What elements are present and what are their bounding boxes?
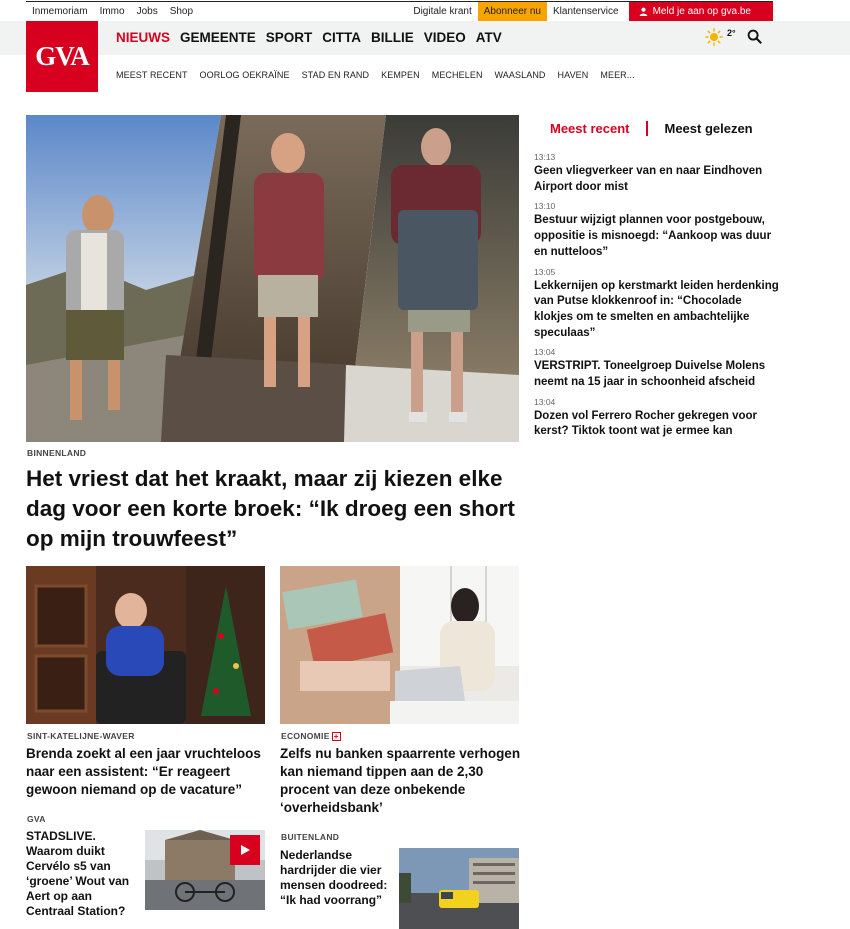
small-card-1-kicker: GVA [27, 814, 46, 824]
customer-service-link[interactable]: Klantenservice [547, 6, 625, 17]
small-card-1-video-thumbnail[interactable] [145, 830, 265, 910]
nav-video[interactable]: VIDEO [424, 30, 466, 45]
card-2-headline[interactable]: Zelfs nu banken spaarrente verhogen kan … [280, 745, 525, 817]
subnav-waasland[interactable]: WAASLAND [495, 70, 546, 80]
nav-nieuws[interactable]: NIEUWS [116, 30, 170, 45]
sidebar-tabs: Meest recent Meest gelezen [550, 121, 753, 136]
sub-navigation: MEEST RECENT OORLOG OEKRAÏNE STAD EN RAN… [116, 70, 635, 80]
recent-news-list: 13:13 Geen vliegverkeer van en naar Eind… [534, 152, 779, 446]
utility-bar: Inmemoriam Immo Jobs Shop Digitale krant… [26, 1, 773, 21]
item-time: 13:10 [534, 201, 556, 212]
weather-widget[interactable]: 2° [705, 28, 736, 46]
nav-citta[interactable]: CITTA [322, 30, 361, 45]
nav-gemeente[interactable]: GEMEENTE [180, 30, 256, 45]
card-1-headline[interactable]: Brenda zoekt al een jaar vruchteloos naa… [26, 745, 266, 799]
link-shop[interactable]: Shop [170, 6, 193, 17]
list-item[interactable]: 13:13 Geen vliegverkeer van en naar Eind… [534, 152, 779, 195]
hero-headline[interactable]: Het vriest dat het kraakt, maar zij kiez… [26, 464, 526, 554]
link-inmemoriam[interactable]: Inmemoriam [32, 6, 88, 17]
site-logo[interactable]: GVA [26, 21, 98, 92]
nav-billie[interactable]: BILLIE [371, 30, 414, 45]
user-icon [639, 7, 647, 16]
play-button[interactable] [230, 835, 260, 865]
sun-icon [705, 28, 723, 46]
list-item[interactable]: 13:05 Lekkernijen op kerstmarkt leiden h… [534, 267, 779, 342]
small-card-2-headline[interactable]: Nederlandse hardrijder die vier mensen d… [280, 848, 392, 908]
item-headline[interactable]: Lekkernijen op kerstmarkt leiden herdenk… [534, 279, 779, 342]
card-2-kicker-label: ECONOMIE [281, 731, 330, 741]
item-headline[interactable]: Bestuur wijzigt plannen voor postgebouw,… [534, 213, 779, 260]
item-headline[interactable]: VERSTRIPT. Toneelgroep Duivelse Molens n… [534, 359, 779, 390]
list-item[interactable]: 13:10 Bestuur wijzigt plannen voor postg… [534, 201, 779, 260]
subnav-meest-recent[interactable]: MEEST RECENT [116, 70, 188, 80]
search-icon [747, 29, 762, 44]
digital-newspaper-link[interactable]: Digitale krant [407, 6, 477, 17]
list-item[interactable]: 13:04 Dozen vol Ferrero Rocher gekregen … [534, 397, 779, 440]
link-jobs[interactable]: Jobs [137, 6, 158, 17]
hero-image[interactable] [26, 115, 519, 442]
utility-actions: Digitale krant Abonneer nu Klantenservic… [407, 2, 773, 21]
tab-separator [646, 121, 649, 136]
item-time: 13:05 [534, 266, 556, 277]
utility-links: Inmemoriam Immo Jobs Shop [32, 6, 193, 17]
play-icon [241, 845, 250, 855]
search-button[interactable] [747, 29, 762, 49]
small-card-2-kicker: BUITENLAND [281, 832, 340, 842]
main-navigation: NIEUWS GEMEENTE SPORT CITTA BILLIE VIDEO… [116, 30, 502, 45]
card-2-kicker: ECONOMIE + [281, 731, 341, 742]
card-2-image[interactable] [280, 566, 519, 724]
small-card-1-headline[interactable]: STADSLIVE. Waarom duikt Cervélo s5 van ‘… [26, 829, 138, 919]
subnav-stad-en-rand[interactable]: STAD EN RAND [302, 70, 370, 80]
item-headline[interactable]: Geen vliegverkeer van en naar Eindhoven … [534, 164, 779, 195]
login-label: Meld je aan op gva.be [652, 6, 751, 17]
subscribe-button[interactable]: Abonneer nu [477, 2, 547, 21]
subnav-meer[interactable]: MEER... [600, 70, 634, 80]
item-time: 13:04 [534, 347, 556, 358]
subnav-haven[interactable]: HAVEN [558, 70, 589, 80]
tab-meest-gelezen[interactable]: Meest gelezen [664, 121, 752, 136]
item-headline[interactable]: Dozen vol Ferrero Rocher gekregen voor k… [534, 409, 779, 440]
card-1-kicker: SINT-KATELIJNE-WAVER [27, 731, 135, 741]
tab-meest-recent[interactable]: Meest recent [550, 121, 629, 136]
small-card-2-image[interactable] [399, 848, 519, 929]
list-item[interactable]: 13:04 VERSTRIPT. Toneelgroep Duivelse Mo… [534, 347, 779, 390]
login-button[interactable]: Meld je aan op gva.be [628, 2, 773, 21]
subnav-oorlog-oekraine[interactable]: OORLOG OEKRAÏNE [200, 70, 290, 80]
item-time: 13:04 [534, 396, 556, 407]
hero-kicker: BINNENLAND [27, 448, 87, 458]
nav-sport[interactable]: SPORT [266, 30, 313, 45]
subnav-kempen[interactable]: KEMPEN [381, 70, 420, 80]
nav-atv[interactable]: ATV [476, 30, 502, 45]
item-time: 13:13 [534, 152, 556, 162]
card-1-image[interactable] [26, 566, 265, 724]
weather-temperature: 2° [727, 28, 736, 38]
subnav-mechelen[interactable]: MECHELEN [432, 70, 483, 80]
plus-badge: + [331, 732, 341, 742]
link-immo[interactable]: Immo [100, 6, 125, 17]
